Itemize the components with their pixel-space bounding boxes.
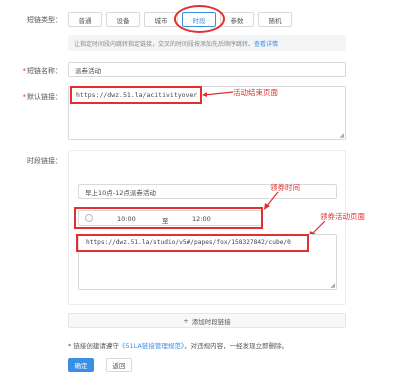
arrow-default-icon	[202, 91, 234, 97]
tab-city[interactable]: 城市	[144, 12, 178, 27]
plus-icon: +	[183, 316, 189, 325]
period-link-label: 时段链接：	[27, 157, 62, 165]
resize-handle-2-icon[interactable]: ◢	[330, 282, 335, 289]
tab-random[interactable]: 随机	[258, 12, 292, 27]
period-url-value: https://dwz.51.la/studio/v5#/papes/fox/1…	[86, 239, 291, 246]
name-label: *短链名称：	[22, 67, 63, 75]
policy-link[interactable]: 《51LA链接管理规范》	[119, 342, 184, 350]
default-link-label: *默认链接：	[22, 93, 63, 101]
default-link-value: https://dwz.51.la/acitivityover	[76, 91, 198, 99]
name-input[interactable]: 派券活动	[68, 62, 346, 77]
notice-bar: 让指定时间段内跳转指定链接，交叉的时间段按添加先后顺序跳转。 查看详情	[68, 35, 346, 51]
add-period-label: 添加时段链接	[191, 317, 231, 326]
tab-param[interactable]: 参数	[220, 12, 254, 27]
time-range-highlight	[74, 207, 263, 229]
annotation-default-page: 活动结束页面	[233, 88, 278, 97]
add-period-button[interactable]: + 添加时段链接	[68, 313, 346, 328]
tab-highlight-ellipse	[174, 5, 225, 33]
type-label: 短链类型：	[27, 16, 62, 24]
policy-suffix: ，对违规内容，一经发现立即删除。	[184, 342, 289, 350]
arrow-time-icon	[264, 191, 279, 210]
notice-text: 让指定时间段内跳转指定链接，交叉的时间段按添加先后顺序跳转。	[74, 40, 255, 48]
policy-prefix: 链接创建请遵守	[73, 342, 119, 350]
resize-handle-icon[interactable]: ◢	[339, 132, 344, 139]
confirm-button[interactable]: 确定	[68, 358, 94, 372]
tab-normal[interactable]: 普通	[68, 12, 102, 27]
notice-detail-link[interactable]: 查看详情	[254, 39, 278, 48]
policy-star: *	[68, 342, 72, 350]
back-button[interactable]: 返回	[106, 358, 132, 372]
policy-note: * 链接创建请遵守《51LA链接管理规范》，对违规内容，一经发现立即删除。	[68, 340, 288, 350]
tab-device[interactable]: 设备	[106, 12, 140, 27]
